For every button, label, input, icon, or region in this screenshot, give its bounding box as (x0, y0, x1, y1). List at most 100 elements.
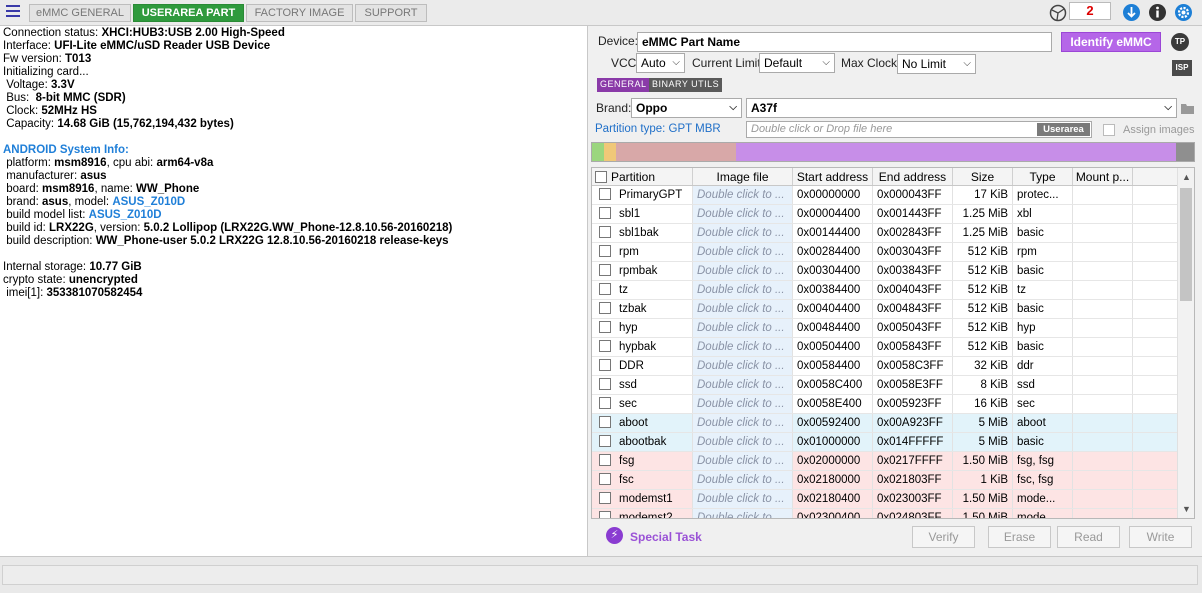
select-all-checkbox[interactable] (595, 170, 607, 183)
image-file-cell[interactable]: Double click to ... (693, 300, 793, 318)
erase-button[interactable]: Erase (988, 526, 1051, 548)
info-icon[interactable] (1148, 3, 1167, 22)
tab-factory-image[interactable]: FACTORY IMAGE (246, 4, 353, 22)
image-file-cell[interactable]: Double click to ... (693, 509, 793, 518)
row-checkbox[interactable] (599, 377, 611, 390)
row-checkbox[interactable] (599, 244, 611, 257)
model-select[interactable]: A37f ⌵ (746, 98, 1177, 118)
table-row[interactable]: fsc Double click to ... 0x02180000 0x021803… (592, 471, 1194, 490)
vcc-select[interactable]: Auto ⌵ (636, 53, 685, 73)
tab-emmc-general[interactable]: eMMC GENERAL (29, 4, 131, 22)
image-file-cell[interactable]: Double click to ... (693, 357, 793, 375)
row-checkbox[interactable] (599, 301, 611, 314)
tp-button[interactable]: TP (1171, 33, 1189, 51)
log-line: build model list: ASUS_Z010D (3, 209, 162, 221)
brand-select[interactable]: Oppo ⌵ (631, 98, 742, 118)
row-checkbox[interactable] (599, 396, 611, 409)
current-limit-select[interactable]: Default ⌵ (759, 53, 835, 73)
table-row[interactable]: ssd Double click to ... 0x0058C400 0x0058E3… (592, 376, 1194, 395)
row-checkbox[interactable] (599, 510, 611, 518)
row-checkbox[interactable] (599, 491, 611, 504)
image-file-cell[interactable]: Double click to ... (693, 414, 793, 432)
row-checkbox[interactable] (599, 282, 611, 295)
image-file-cell[interactable]: Double click to ... (693, 452, 793, 470)
verify-button[interactable]: Verify (912, 526, 975, 548)
table-row[interactable]: abootbak Double click to ... 0x01000000 0x0… (592, 433, 1194, 452)
row-checkbox[interactable] (599, 472, 611, 485)
folder-icon[interactable] (1181, 103, 1195, 115)
model-list-link[interactable]: ASUS_Z010D (89, 209, 162, 221)
isp-button[interactable]: ISP (1172, 60, 1192, 76)
image-file-cell[interactable]: Double click to ... (693, 395, 793, 413)
image-file-cell[interactable]: Double click to ... (693, 433, 793, 451)
download-icon[interactable] (1122, 3, 1141, 22)
header-image-file[interactable]: Image file (693, 168, 793, 185)
image-file-cell[interactable]: Double click to ... (693, 338, 793, 356)
table-row[interactable]: PrimaryGPT Double click to ... 0x00000000 0… (592, 186, 1194, 205)
row-checkbox[interactable] (599, 263, 611, 276)
header-mount-point[interactable]: Mount p... (1073, 168, 1133, 185)
subtab-general[interactable]: GENERAL (597, 78, 650, 92)
table-row[interactable]: sbl1bak Double click to ... 0x00144400 0x00… (592, 224, 1194, 243)
row-checkbox[interactable] (599, 434, 611, 447)
table-row[interactable]: tzbak Double click to ... 0x00404400 0x0048… (592, 300, 1194, 319)
table-row[interactable]: DDR Double click to ... 0x00584400 0x0058C3… (592, 357, 1194, 376)
header-size[interactable]: Size (953, 168, 1013, 185)
row-checkbox[interactable] (599, 415, 611, 428)
log-line: platform: msm8916, cpu abi: arm64-v8a (3, 157, 214, 169)
image-file-cell[interactable]: Double click to ... (693, 243, 793, 261)
table-row[interactable]: modemst1 Double click to ... 0x02180400 0x0… (592, 490, 1194, 509)
row-checkbox[interactable] (599, 339, 611, 352)
hamburger-menu-icon[interactable] (6, 5, 20, 19)
subtab-binary-utils[interactable]: BINARY UTILS (649, 78, 723, 92)
image-file-cell[interactable]: Double click to ... (693, 376, 793, 394)
device-name-field[interactable]: eMMC Part Name (637, 32, 1052, 52)
header-type[interactable]: Type (1013, 168, 1073, 185)
row-checkbox[interactable] (599, 187, 611, 200)
image-file-cell[interactable]: Double click to ... (693, 281, 793, 299)
tab-userarea-part[interactable]: USERAREA PART (133, 4, 244, 22)
table-row[interactable]: rpmbak Double click to ... 0x00304400 0x003… (592, 262, 1194, 281)
identify-emmc-button[interactable]: Identify eMMC (1061, 32, 1161, 52)
globe-icon[interactable] (1049, 4, 1067, 22)
image-file-cell[interactable]: Double click to ... (693, 205, 793, 223)
table-row[interactable]: modemst2 Double click to ... 0x02300400 0x0… (592, 509, 1194, 518)
row-checkbox[interactable] (599, 358, 611, 371)
table-row[interactable]: hypbak Double click to ... 0x00504400 0x005… (592, 338, 1194, 357)
partition-name-cell: DDR (592, 357, 693, 375)
model-link[interactable]: ASUS_Z010D (112, 196, 185, 208)
table-row[interactable]: tz Double click to ... 0x00384400 0x004043F… (592, 281, 1194, 300)
special-task-icon[interactable]: ⚡ (606, 527, 623, 544)
image-file-cell[interactable]: Double click to ... (693, 471, 793, 489)
end-address-cell: 0x005843FF (873, 338, 953, 356)
table-row[interactable]: sbl1 Double click to ... 0x00004400 0x00144… (592, 205, 1194, 224)
row-checkbox[interactable] (599, 320, 611, 333)
max-clock-select[interactable]: No Limit ⌵ (897, 54, 976, 74)
table-scrollbar[interactable]: ▲ ▼ (1177, 168, 1194, 518)
table-row[interactable]: rpm Double click to ... 0x00284400 0x003043… (592, 243, 1194, 262)
assign-images-checkbox[interactable] (1103, 124, 1115, 136)
tab-support[interactable]: SUPPORT (355, 4, 427, 22)
image-file-cell[interactable]: Double click to ... (693, 262, 793, 280)
row-checkbox[interactable] (599, 225, 611, 238)
header-end-address[interactable]: End address (873, 168, 953, 185)
log-line: build id: LRX22G, version: 5.0.2 Lollipo… (3, 222, 453, 234)
mount-point-cell (1073, 281, 1133, 299)
header-start-address[interactable]: Start address (793, 168, 873, 185)
row-checkbox[interactable] (599, 453, 611, 466)
image-file-cell[interactable]: Double click to ... (693, 186, 793, 204)
table-row[interactable]: fsg Double click to ... 0x02000000 0x0217FF… (592, 452, 1194, 471)
image-file-cell[interactable]: Double click to ... (693, 490, 793, 508)
image-file-cell[interactable]: Double click to ... (693, 224, 793, 242)
write-button[interactable]: Write (1129, 526, 1192, 548)
scrollbar-thumb[interactable] (1180, 188, 1192, 301)
header-partition[interactable]: Partition (592, 168, 693, 185)
read-button[interactable]: Read (1057, 526, 1120, 548)
table-row[interactable]: hyp Double click to ... 0x00484400 0x005043… (592, 319, 1194, 338)
table-row[interactable]: aboot Double click to ... 0x00592400 0x00A9… (592, 414, 1194, 433)
image-file-cell[interactable]: Double click to ... (693, 319, 793, 337)
gear-icon[interactable] (1174, 3, 1193, 22)
special-task-link[interactable]: Special Task (630, 530, 702, 544)
table-row[interactable]: sec Double click to ... 0x0058E400 0x005923… (592, 395, 1194, 414)
row-checkbox[interactable] (599, 206, 611, 219)
